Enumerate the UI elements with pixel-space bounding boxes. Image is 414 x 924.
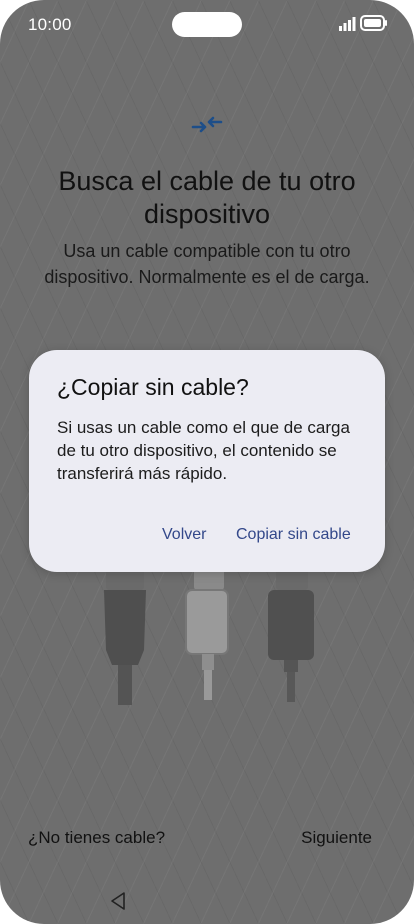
nav-back-icon[interactable] (109, 891, 127, 911)
no-cable-link[interactable]: ¿No tienes cable? (28, 828, 165, 848)
copy-without-cable-button[interactable]: Copiar sin cable (236, 526, 351, 544)
status-bar: 10:00 (0, 0, 414, 48)
status-time: 10:00 (28, 15, 72, 34)
dialog-body: Si usas un cable como el que de carga de… (57, 418, 350, 483)
copy-without-cable-dialog: ¿Copiar sin cable? Si usas un cable como… (29, 350, 385, 572)
camera-island (172, 12, 242, 37)
dialog-title: ¿Copiar sin cable? (57, 374, 249, 400)
phone-screen: 10:00 Busca el cable de tu otro disposit… (0, 0, 414, 924)
page-title: Busca el cable de tu otro dispositivo (58, 166, 356, 229)
battery-icon (360, 15, 387, 31)
cables-illustration (104, 568, 314, 705)
signal-icon (339, 17, 356, 31)
transfer-arrows-icon (191, 116, 223, 133)
next-button[interactable]: Siguiente (301, 828, 372, 848)
back-button[interactable]: Volver (162, 526, 206, 544)
page-subtitle: Usa un cable compatible con tu otro disp… (44, 241, 370, 287)
